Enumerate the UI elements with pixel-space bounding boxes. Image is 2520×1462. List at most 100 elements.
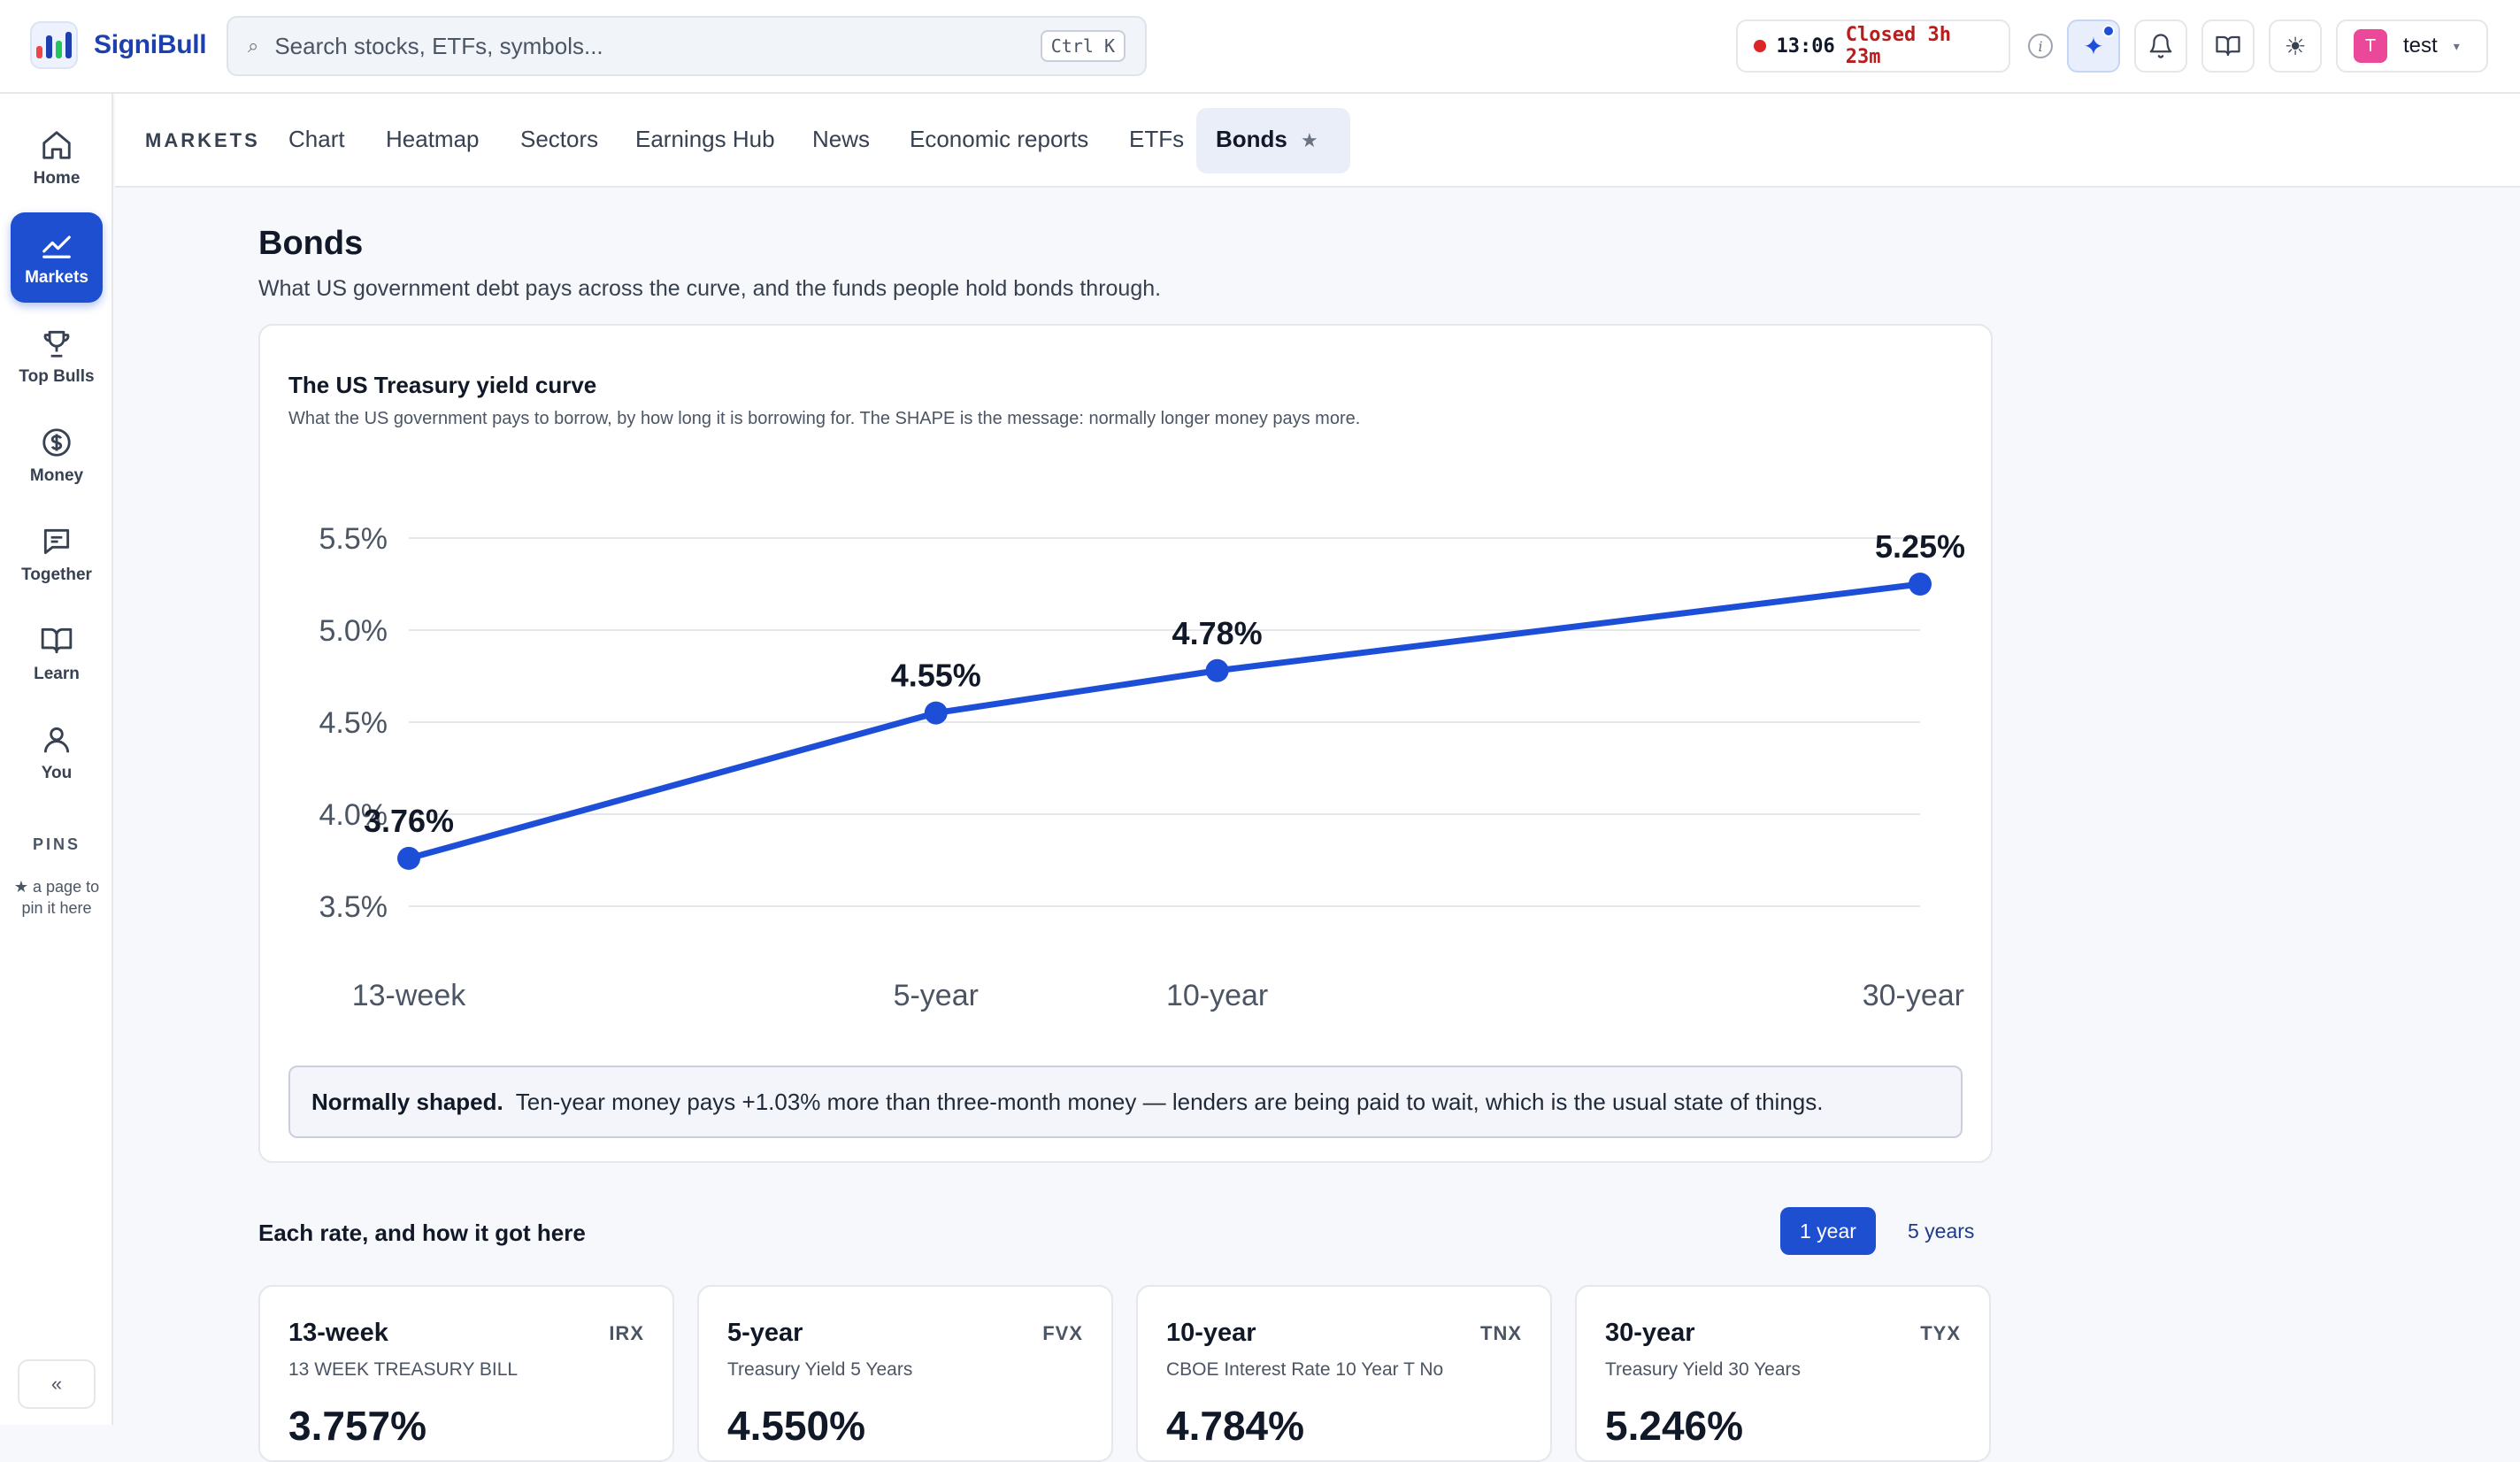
user-icon xyxy=(43,727,70,753)
logo-bars-icon xyxy=(30,21,78,69)
data-point xyxy=(397,846,420,870)
search-input[interactable] xyxy=(274,32,1041,60)
y-tick-label: 5.5% xyxy=(319,522,388,556)
search-shortcut: Ctrl K xyxy=(1040,30,1126,62)
coin-icon xyxy=(42,428,71,457)
market-time: 13:06 xyxy=(1776,35,1835,58)
curve-shape-note: Normally shaped. Ten-year money pays +1.… xyxy=(288,1066,1963,1138)
rate-card-30-year[interactable]: 30-year TYX Treasury Yield 30 Years 5.24… xyxy=(1575,1285,1991,1462)
rail-item-learn[interactable]: Learn xyxy=(11,609,103,699)
y-tick-label: 3.5% xyxy=(319,890,388,924)
notification-dot xyxy=(2102,25,2115,37)
range-5-years-button[interactable]: 5 years xyxy=(1888,1207,1994,1255)
trophy-icon xyxy=(43,330,70,358)
rail-item-you[interactable]: You xyxy=(11,708,103,798)
pins-hint: ★ a page to pin it here xyxy=(13,878,100,917)
rate-value: 3.757% xyxy=(288,1403,427,1449)
market-status-badge[interactable]: 13:06 Closed 3h 23m xyxy=(1736,19,2010,73)
rate-symbol: IRX xyxy=(609,1322,644,1344)
pins-title: PINS xyxy=(32,835,81,853)
rate-symbol: TNX xyxy=(1480,1322,1522,1344)
rate-term: 10-year xyxy=(1166,1319,1256,1347)
book-icon xyxy=(41,627,73,654)
point-label: 4.55% xyxy=(891,658,981,694)
pin-star-icon[interactable]: ★ xyxy=(1301,129,1318,152)
chart-line-icon xyxy=(42,235,71,258)
rate-term: 5-year xyxy=(727,1319,803,1347)
journal-button[interactable] xyxy=(2201,19,2255,73)
chat-icon xyxy=(43,528,70,555)
rate-name: Treasury Yield 5 Years xyxy=(727,1359,913,1380)
app-logo[interactable]: SigniBull xyxy=(30,21,207,69)
avatar: T xyxy=(2354,29,2387,63)
user-name: test xyxy=(2403,34,2438,58)
tab-earnings-hub[interactable]: Earnings Hub xyxy=(635,126,775,153)
rate-term: 13-week xyxy=(288,1319,388,1347)
x-tick-label: 13-week xyxy=(352,979,467,1012)
search-icon: ⌕ xyxy=(248,35,259,57)
series-line xyxy=(405,581,1924,862)
rate-symbol: TYX xyxy=(1920,1322,1961,1344)
x-tick-label: 10-year xyxy=(1166,979,1268,1012)
point-label: 4.78% xyxy=(1172,615,1263,651)
sun-icon: ☀ xyxy=(2284,32,2307,60)
user-menu[interactable]: T test ▾ xyxy=(2336,19,2488,73)
point-label: 3.76% xyxy=(364,803,454,839)
collapse-sidebar-button[interactable]: « xyxy=(18,1359,96,1409)
range-1-year-button[interactable]: 1 year xyxy=(1780,1207,1876,1255)
app-name: SigniBull xyxy=(94,30,207,59)
rate-value: 4.784% xyxy=(1166,1403,1305,1449)
info-icon[interactable]: i xyxy=(2028,34,2053,58)
ai-assistant-button[interactable]: ✦ xyxy=(2067,19,2120,73)
rail-item-home[interactable]: Home xyxy=(11,113,103,204)
yield-curve-chart: 3.5%4.0%4.5%5.0%5.5%3.76%13-week4.55%5-y… xyxy=(319,522,1966,1012)
subnav-title: MARKETS xyxy=(145,129,260,151)
rate-card-13-week[interactable]: 13-week IRX 13 WEEK TREASURY BILL 3.757% xyxy=(258,1285,674,1462)
data-point xyxy=(1205,658,1229,682)
home-icon xyxy=(42,131,71,159)
status-dot xyxy=(1754,40,1766,52)
rate-name: Treasury Yield 30 Years xyxy=(1605,1359,1802,1380)
rail-item-together[interactable]: Together xyxy=(11,510,103,600)
theme-toggle-button[interactable]: ☀ xyxy=(2269,19,2322,73)
tab-chart[interactable]: Chart xyxy=(288,126,345,153)
notifications-button[interactable] xyxy=(2134,19,2187,73)
rate-symbol: FVX xyxy=(1042,1322,1083,1344)
rate-value: 4.550% xyxy=(727,1403,866,1449)
point-label: 5.25% xyxy=(1875,528,1965,565)
rate-card-10-year[interactable]: 10-year TNX CBOE Interest Rate 10 Year T… xyxy=(1136,1285,1552,1462)
sparkle-icon: ✦ xyxy=(2083,32,2104,60)
data-point xyxy=(1909,573,1932,596)
market-closed-text: Closed 3h 23m xyxy=(1845,24,1951,68)
rates-section-title: Each rate, and how it got here xyxy=(258,1220,586,1246)
top-bar: SigniBull ⌕ Ctrl K 13:06 Closed 3h 23m i… xyxy=(0,0,2520,94)
tab-bonds[interactable]: Bonds xyxy=(1216,126,1287,153)
rail-item-money[interactable]: Money xyxy=(11,411,103,501)
markets-subnav: MARKETS Chart Heatmap Sectors Earnings H… xyxy=(115,94,2520,188)
rate-card-5-year[interactable]: 5-year FVX Treasury Yield 5 Years 4.550% xyxy=(697,1285,1113,1462)
rate-term: 30-year xyxy=(1605,1319,1695,1347)
x-tick-label: 30-year xyxy=(1863,979,1964,1012)
rate-name: 13 WEEK TREASURY BILL xyxy=(288,1359,519,1380)
rail-item-top-bulls[interactable]: Top Bulls xyxy=(11,312,103,402)
left-rail: Home Markets Top Bulls Money Together Le… xyxy=(0,94,113,1425)
curve-shape-label: Normally shaped. xyxy=(311,1088,503,1115)
curve-shape-text: Ten-year money pays +1.03% more than thr… xyxy=(515,1088,1824,1115)
y-tick-label: 5.0% xyxy=(319,614,388,648)
page-subtitle: What US government debt pays across the … xyxy=(258,276,1162,301)
rail-item-markets[interactable]: Markets xyxy=(11,212,103,303)
tab-economic-reports[interactable]: Economic reports xyxy=(910,126,1088,153)
rate-value: 5.246% xyxy=(1605,1403,1744,1449)
data-point xyxy=(924,701,948,725)
page-title: Bonds xyxy=(258,225,364,262)
open-book-icon xyxy=(2216,35,2240,57)
x-tick-label: 5-year xyxy=(894,979,979,1012)
tab-heatmap[interactable]: Heatmap xyxy=(386,126,480,153)
tab-news[interactable]: News xyxy=(812,126,870,153)
search-box[interactable]: ⌕ Ctrl K xyxy=(227,16,1147,76)
tab-sectors[interactable]: Sectors xyxy=(520,126,598,153)
yield-curve-card: The US Treasury yield curve What the US … xyxy=(258,324,1993,1163)
rate-name: CBOE Interest Rate 10 Year T No xyxy=(1166,1359,1444,1380)
tab-etfs[interactable]: ETFs xyxy=(1129,126,1184,153)
bell-icon xyxy=(2149,34,2172,58)
